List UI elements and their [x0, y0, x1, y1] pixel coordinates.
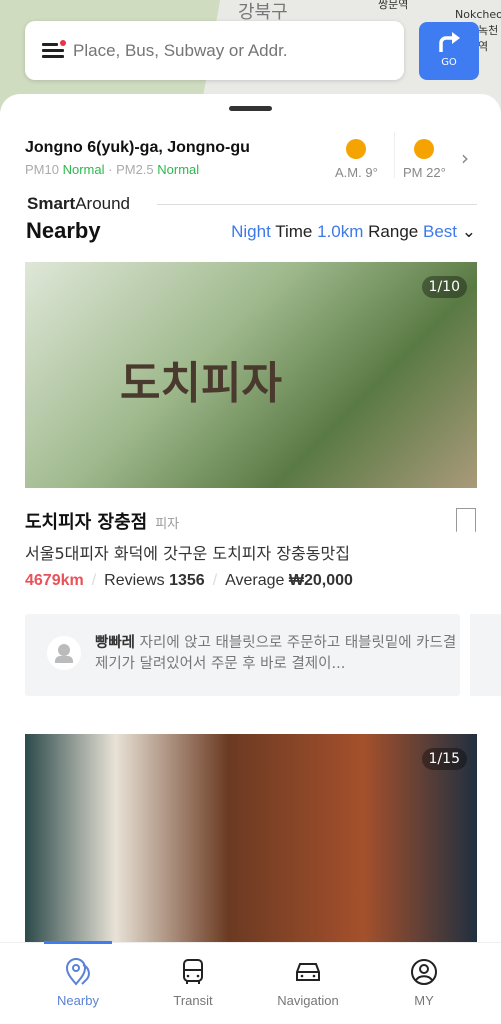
sun-icon — [346, 139, 367, 159]
go-button[interactable]: GO — [419, 22, 479, 80]
search-bar[interactable] — [25, 21, 404, 80]
review-card[interactable] — [470, 614, 501, 696]
tab-navigation[interactable]: Navigation — [258, 957, 358, 1008]
photo-counter: 1/15 — [421, 748, 467, 770]
map-label: Nokcheon — [455, 8, 501, 21]
place-photo[interactable]: 1/15 — [25, 734, 477, 944]
map-label: 녹천역 — [478, 24, 499, 53]
drag-handle[interactable] — [229, 106, 272, 111]
bottom-tab-bar: Nearby Transit Navigation MY — [0, 941, 501, 1024]
user-profile-icon — [411, 959, 437, 985]
smart-around-logo: SmartAround — [27, 194, 131, 213]
review-card[interactable]: 빵빠레 자리에 앉고 태블릿으로 주문하고 태블릿밑에 카드결제기가 달려있어서… — [25, 614, 460, 696]
air-quality: PM10 Normal · PM2.5 Normal — [25, 162, 200, 177]
avatar — [47, 636, 81, 670]
search-input[interactable] — [73, 40, 393, 61]
tab-transit[interactable]: Transit — [143, 957, 243, 1008]
sun-icon — [414, 139, 435, 159]
weather-am[interactable]: A.M. 9° — [335, 139, 378, 180]
place-name[interactable]: 도치피자 장충점 피자 — [25, 508, 179, 534]
menu-icon[interactable] — [42, 40, 66, 58]
place-category: 피자 — [155, 517, 180, 532]
bookmark-icon[interactable] — [456, 508, 476, 532]
car-icon — [296, 963, 320, 981]
bottom-sheet: Jongno 6(yuk)-ga, Jongno-gu PM10 Normal … — [0, 94, 501, 1024]
tab-my[interactable]: MY — [374, 957, 474, 1008]
location-pin-icon — [65, 958, 90, 986]
place-photo[interactable]: 도치피자 1/10 — [25, 262, 477, 488]
place-description: 서울5대피자 화덕에 갓구운 도치피자 장충동맛집 — [25, 544, 350, 563]
section-title: Nearby — [26, 218, 101, 243]
chevron-right-icon[interactable]: › — [461, 146, 469, 170]
weather-pm[interactable]: PM 22° — [403, 139, 446, 180]
chevron-down-icon: ⌄ — [461, 222, 476, 241]
sign-text: 도치피자 — [120, 358, 282, 409]
bus-icon — [183, 959, 203, 984]
location-name: Jongno 6(yuk)-ga, Jongno-gu — [25, 139, 250, 156]
filter-dropdown[interactable]: Night Time 1.0km Range Best ⌄ — [231, 222, 476, 242]
map-label: 쌍문역 — [378, 0, 409, 11]
photo-counter: 1/10 — [421, 276, 467, 298]
place-meta: 4679km / Reviews 1356/Average ₩20,000 — [25, 572, 353, 589]
turn-right-arrow-icon — [439, 32, 460, 52]
go-label: GO — [441, 57, 457, 68]
tab-nearby[interactable]: Nearby — [28, 957, 128, 1008]
